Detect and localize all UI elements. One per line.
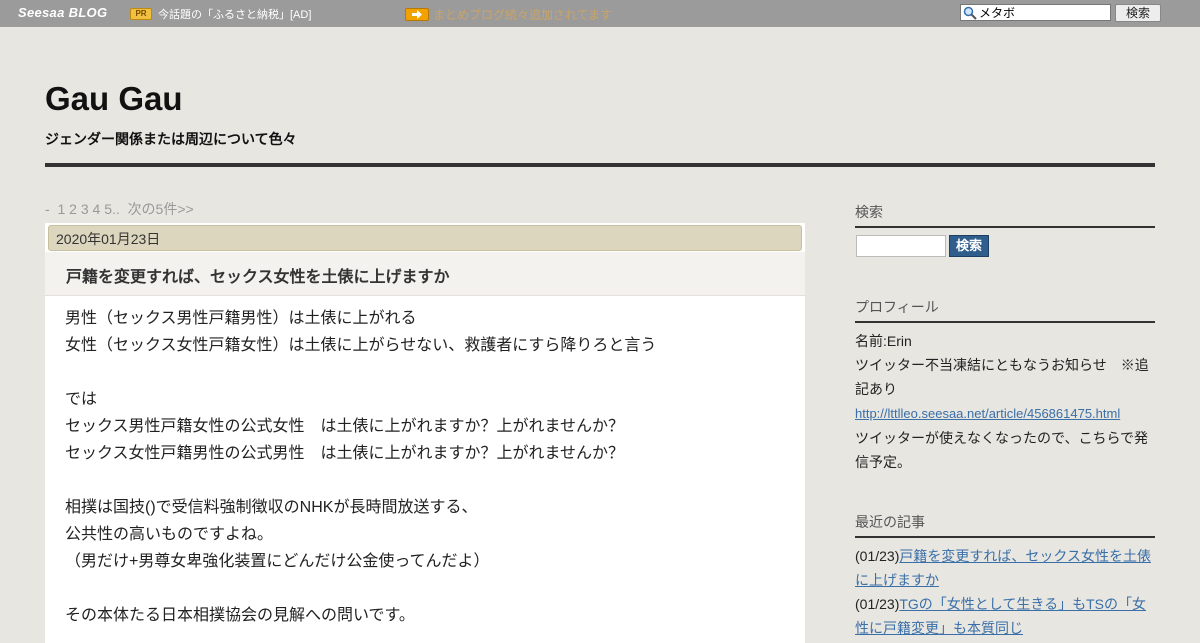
pager: - 1 2 3 4 5.. 次の5件>> xyxy=(45,199,194,219)
seesaa-blog-logo[interactable]: Seesaa BLOG xyxy=(18,5,107,20)
profile-text: 記あり xyxy=(855,381,897,397)
sidebar-recent-heading: 最近の記事 xyxy=(855,512,1155,538)
sidebar-recent-list: (01/23)戸籍を変更すれば、セックス女性を土俵 に上げますか (01/23)… xyxy=(855,544,1155,640)
profile-text: ツイッター不当凍結にともなうお知らせ ※追 xyxy=(855,357,1149,373)
recent-item-cont: に上げますか xyxy=(855,568,1155,592)
recent-link[interactable]: TGの「女性として生きる」もTSの「女 xyxy=(899,596,1146,612)
pr-badge: PR xyxy=(130,8,152,20)
article-body: 男性（セックス男性戸籍男性）は土俵に上がれる 女性（セックス女性戸籍女性）は土俵… xyxy=(65,305,785,629)
article-line xyxy=(65,467,785,494)
recent-item-cont: 性に戸籍変更」も本質同じ xyxy=(855,616,1155,640)
recent-link[interactable]: 性に戸籍変更」も本質同じ xyxy=(855,620,1023,636)
top-search-button[interactable]: 検索 xyxy=(1115,4,1161,22)
top-search-input[interactable] xyxy=(979,5,1109,20)
recent-link[interactable]: に上げますか xyxy=(855,572,939,588)
recent-date: (01/23) xyxy=(855,548,900,564)
header-divider xyxy=(45,163,1155,167)
pager-next-link[interactable]: 次の5件>> xyxy=(128,201,194,217)
pager-page-3[interactable]: 3 xyxy=(81,201,89,217)
article-line: 女性（セックス女性戸籍女性）は土俵に上がらせない、救護者にすら降りろと言う xyxy=(65,337,657,354)
sidebar-search-button[interactable]: 検索 xyxy=(949,235,989,257)
notice-link[interactable]: まとめブログ続々追加されてます xyxy=(433,6,612,23)
pager-page-4[interactable]: 4 xyxy=(93,201,101,217)
site-description: ジェンダー関係または周辺について色々 xyxy=(45,131,297,147)
sidebar-profile: 名前:Erin ツイッター不当凍結にともなうお知らせ ※追 記あり http:/… xyxy=(855,329,1155,474)
pager-page-5[interactable]: 5.. xyxy=(104,201,120,217)
pager-page-2[interactable]: 2 xyxy=(69,201,77,217)
article-line: では xyxy=(65,391,98,408)
arrow-right-icon xyxy=(405,8,429,21)
article-title[interactable]: 戸籍を変更すれば、セックス女性を土俵に上げますか xyxy=(66,263,450,287)
pager-page-1[interactable]: 1 xyxy=(57,201,65,217)
recent-link[interactable]: 戸籍を変更すれば、セックス女性を土俵 xyxy=(899,548,1151,564)
site-title[interactable]: Gau Gau xyxy=(45,80,183,118)
article-line: その本体たる日本相撲協会の見解への問いです。 xyxy=(65,607,415,624)
profile-text: ツイッターが使えなくなったので、こちらで発 xyxy=(855,430,1149,446)
profile-name: 名前:Erin xyxy=(855,333,912,349)
article-line: セックス男性戸籍女性の公式女性 は土俵に上がれますか？上がれませんか？ xyxy=(65,418,625,435)
profile-link[interactable]: http://lttlleo.seesaa.net/article/456861… xyxy=(855,406,1120,421)
logo-sub: BLOG xyxy=(68,5,108,20)
top-search-field[interactable] xyxy=(960,4,1111,21)
article-line: （男だけ+男尊女卑強化装置にどんだけ公金使ってんだよ） xyxy=(65,553,490,570)
search-icon xyxy=(963,6,977,20)
recent-date: (01/23) xyxy=(855,596,900,612)
article-line xyxy=(65,575,785,602)
sidebar-search-heading: 検索 xyxy=(855,202,1155,228)
article-line: セックス女性戸籍男性の公式男性 は土俵に上がれますか？上がれませんか？ xyxy=(65,445,625,462)
article-line: 男性（セックス男性戸籍男性）は土俵に上がれる xyxy=(65,310,417,327)
sidebar-profile-heading: プロフィール xyxy=(855,297,1155,323)
article-line xyxy=(65,359,785,386)
pr-ad-link[interactable]: 今話題の「ふるさと納税」[AD] xyxy=(158,6,311,22)
article-line: 公共性の高いものですよね。 xyxy=(65,526,274,543)
pager-prefix: - xyxy=(45,201,50,217)
recent-item: (01/23)TGの「女性として生きる」もTSの「女 xyxy=(855,592,1155,616)
sidebar-search-input[interactable] xyxy=(856,235,946,257)
profile-text: 信予定。 xyxy=(855,454,911,470)
article-date: 2020年01月23日 xyxy=(48,225,802,251)
logo-main: Seesaa xyxy=(18,5,65,20)
article-line: 相撲は国技()で受信料強制徴収のNHKが長時間放送する、 xyxy=(65,499,478,516)
recent-item: (01/23)戸籍を変更すれば、セックス女性を土俵 xyxy=(855,544,1155,568)
